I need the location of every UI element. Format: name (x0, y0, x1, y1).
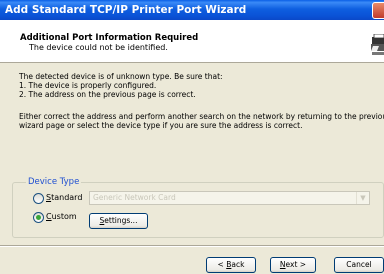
footer-divider (0, 245, 384, 247)
standard-radio[interactable] (33, 193, 44, 204)
window-title: Add Standard TCP/IP Printer Port Wizard (5, 4, 247, 16)
device-type-select[interactable]: Generic Network Card ▼ (89, 191, 370, 205)
instruction-line-2: wizard page or select the device type if… (19, 121, 303, 130)
wizard-header: Additional Port Information Required The… (0, 20, 384, 63)
device-type-label: Device Type (26, 177, 82, 187)
intro-text: The detected device is of unknown type. … (19, 72, 223, 81)
settings-button[interactable]: Settings... (89, 213, 148, 229)
close-button[interactable] (372, 2, 384, 19)
custom-radio[interactable] (33, 212, 44, 223)
checklist-item-1: 1. The device is properly configured. (19, 81, 157, 90)
cancel-button[interactable]: Cancel (334, 257, 384, 273)
device-type-select-value: Generic Network Card (93, 193, 176, 202)
next-button[interactable]: Next > (270, 257, 316, 273)
instruction-line-1: Either correct the address and perform a… (19, 112, 384, 121)
header-subtitle: The device could not be identified. (29, 43, 168, 52)
chevron-down-icon[interactable]: ▼ (356, 192, 369, 204)
checklist-item-2: 2. The address on the previous page is c… (19, 90, 196, 99)
printer-icon (371, 34, 384, 55)
custom-radio-label[interactable]: Custom (46, 212, 77, 221)
back-button[interactable]: < Back (206, 257, 256, 273)
title-bar[interactable]: Add Standard TCP/IP Printer Port Wizard (0, 0, 384, 20)
standard-radio-label[interactable]: Standard (46, 193, 82, 202)
header-title: Additional Port Information Required (20, 33, 199, 43)
